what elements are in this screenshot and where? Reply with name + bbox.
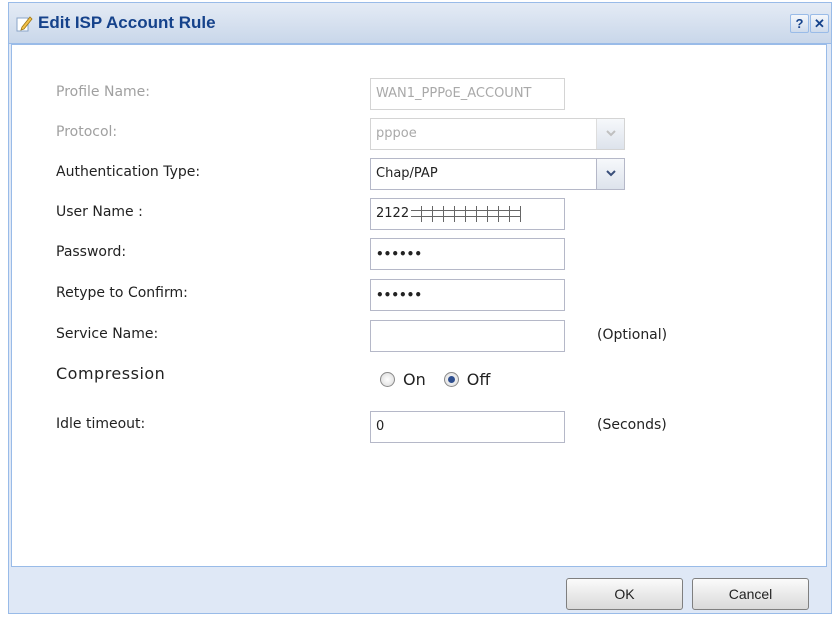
pencil-icon: [16, 16, 33, 32]
help-button[interactable]: ?: [790, 14, 809, 33]
compression-label: Compression: [56, 364, 166, 383]
chevron-down-icon: [606, 170, 616, 177]
protocol-dropdown-trigger: [596, 119, 624, 149]
protocol-value: pppoe: [376, 126, 417, 141]
optional-hint: (Optional): [597, 327, 668, 343]
protocol-label: Protocol:: [56, 124, 118, 140]
chevron-down-icon: [606, 130, 616, 137]
edit-isp-account-dialog: Edit ISP Account Rule ? ✕ Profile Name: …: [8, 2, 832, 614]
dialog-footer: OK Cancel: [9, 568, 831, 614]
auth-type-dropdown-trigger[interactable]: [596, 159, 624, 189]
protocol-select: pppoe: [370, 118, 625, 150]
compression-off-label[interactable]: Off: [467, 370, 491, 389]
idle-timeout-label: Idle timeout:: [56, 416, 146, 432]
seconds-hint: (Seconds): [597, 417, 667, 433]
profile-name-field: WAN1_PPPoE_ACCOUNT: [370, 78, 565, 110]
redaction-mask: [411, 205, 522, 222]
user-name-value: 2122: [376, 206, 410, 221]
user-name-input[interactable]: 2122: [370, 198, 565, 230]
close-button[interactable]: ✕: [810, 14, 829, 33]
ok-button[interactable]: OK: [566, 578, 683, 610]
compression-on-label[interactable]: On: [403, 370, 426, 389]
dialog-body: Profile Name: WAN1_PPPoE_ACCOUNT Protoco…: [11, 44, 827, 567]
auth-type-select[interactable]: Chap/PAP: [370, 158, 625, 190]
password-input[interactable]: ••••••: [370, 238, 565, 270]
user-name-label: User Name :: [56, 204, 143, 220]
auth-type-value: Chap/PAP: [376, 166, 438, 181]
cancel-button[interactable]: Cancel: [692, 578, 809, 610]
service-name-label: Service Name:: [56, 326, 159, 342]
retype-confirm-label: Retype to Confirm:: [56, 285, 188, 301]
compression-on-radio[interactable]: [380, 372, 395, 387]
profile-name-label: Profile Name:: [56, 84, 151, 100]
dialog-titlebar[interactable]: Edit ISP Account Rule ? ✕: [9, 3, 831, 44]
service-name-input[interactable]: [370, 320, 565, 352]
auth-type-label: Authentication Type:: [56, 164, 201, 180]
dialog-title: Edit ISP Account Rule: [38, 13, 216, 32]
idle-timeout-input[interactable]: 0: [370, 411, 565, 443]
compression-radio-group: On Off: [380, 370, 508, 396]
retype-confirm-input[interactable]: ••••••: [370, 279, 565, 311]
password-label: Password:: [56, 244, 127, 260]
compression-off-radio[interactable]: [443, 372, 459, 387]
